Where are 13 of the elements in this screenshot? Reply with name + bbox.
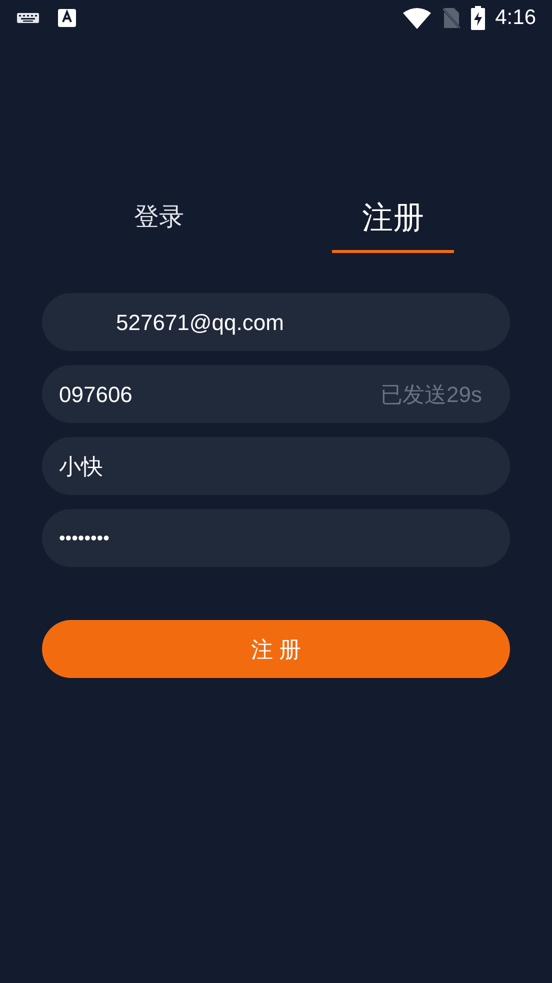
keyboard-icon <box>16 11 40 25</box>
tab[interactable]: 注册 <box>276 196 510 253</box>
password-field[interactable]: •••••••• <box>42 509 510 567</box>
status-time: 4:16 <box>495 5 536 32</box>
email-field[interactable]: 527671@qq.com <box>42 293 510 351</box>
no-sim-icon <box>441 7 462 29</box>
countdown-text: 已发送29s <box>380 380 482 408</box>
nickname-field[interactable]: 小快 <box>42 437 510 495</box>
font-icon <box>58 9 76 27</box>
wifi-icon <box>403 7 432 29</box>
code-field[interactable]: 097606 已发送29s <box>42 365 510 423</box>
tab[interactable]: 登录 <box>42 196 276 253</box>
battery-charging-icon <box>471 6 486 30</box>
